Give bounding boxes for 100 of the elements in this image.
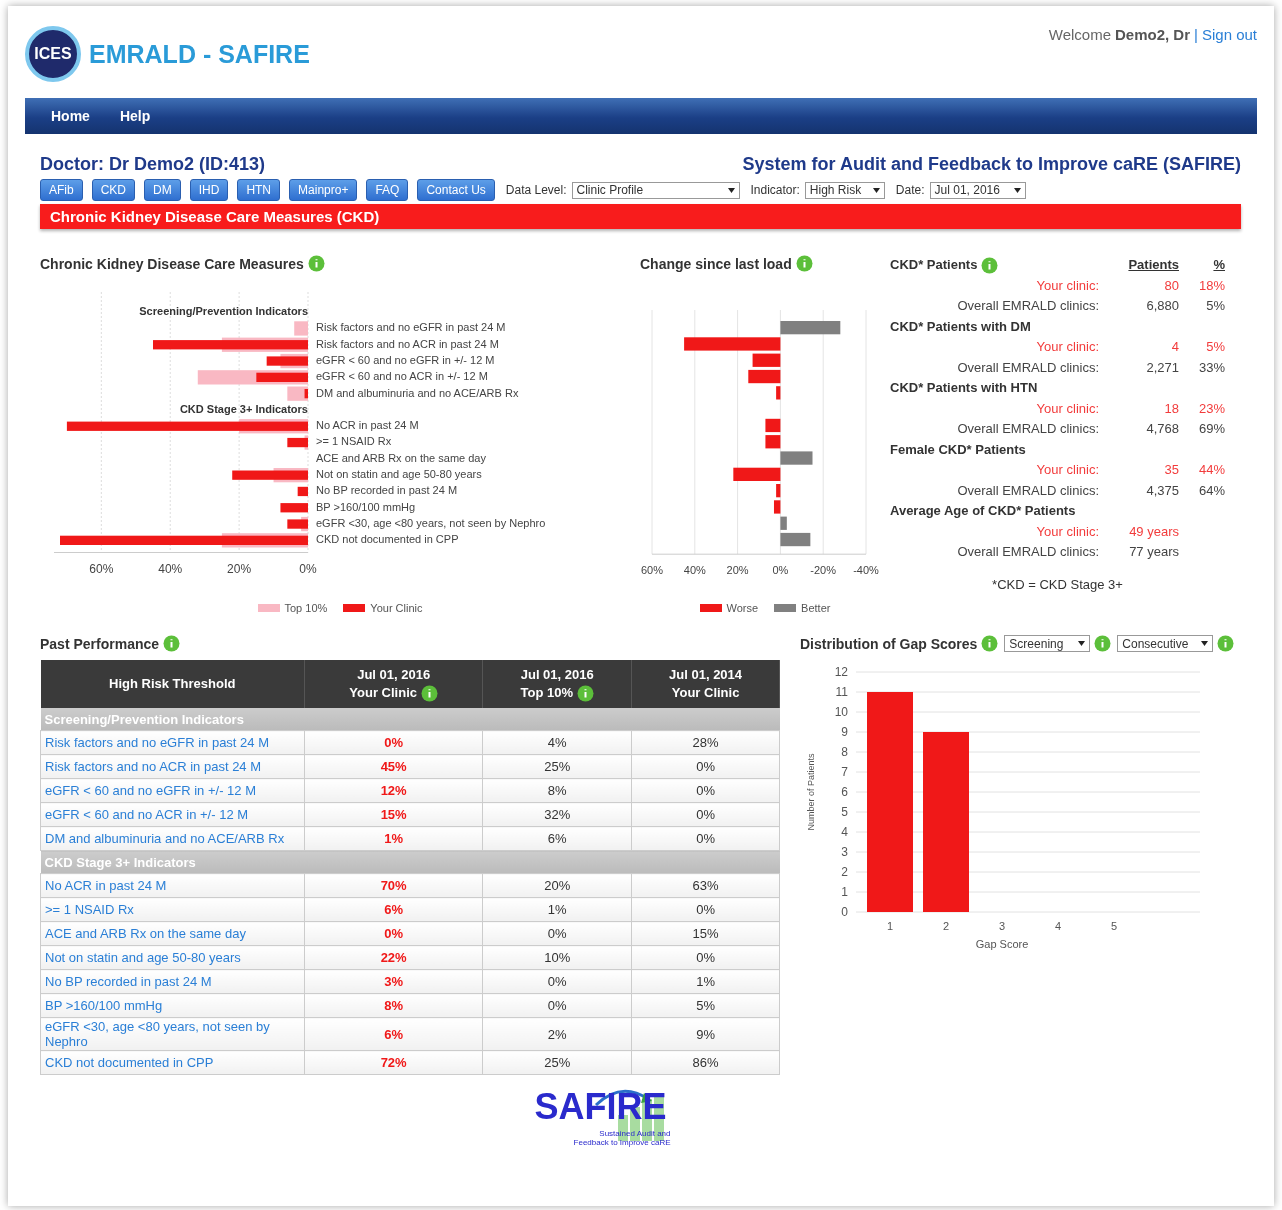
section-row: Screening/Prevention Indicators	[40, 708, 780, 731]
column-header: Jul 01, 2016 Top 10%	[482, 660, 632, 708]
patient-count: 49 years	[1128, 522, 1180, 541]
module-button[interactable]: DM	[144, 179, 181, 201]
axis-tick-label: 7	[841, 765, 848, 779]
nav-link[interactable]: Help	[119, 108, 151, 124]
row-label: Overall EMRALD clinics:	[956, 358, 1099, 377]
axis-tick-label: 5	[1110, 920, 1118, 932]
bar	[748, 369, 781, 384]
section-row: CKD Stage 3+ Indicators	[40, 850, 780, 874]
category-label: eGFR < 60 and no eGFR in +/- 12 M	[316, 353, 495, 366]
indicator-link[interactable]: DM and albuminuria and no ACE/ARB Rx	[40, 826, 305, 851]
module-button[interactable]: Mainpro+	[289, 179, 358, 201]
module-button[interactable]: HTN	[237, 179, 281, 201]
info-icon[interactable]	[421, 684, 438, 702]
filter-select[interactable]: Consecutive	[1117, 635, 1214, 652]
indicator-link[interactable]: CKD not documented in CPP	[40, 1050, 305, 1075]
table-cell: 0%	[304, 921, 483, 946]
table-cell: 6%	[304, 897, 483, 922]
filter-label: Data Level:	[505, 183, 567, 197]
axis-tick-label: 9	[841, 725, 848, 739]
row-label: Your clinic:	[1035, 276, 1099, 295]
percentage: 23%	[1197, 399, 1225, 418]
indicator-link[interactable]: BP >160/100 mmHg	[40, 993, 305, 1018]
patient-count: 4,375	[1145, 481, 1179, 500]
table-cell: 63%	[631, 873, 780, 898]
bar	[776, 386, 781, 400]
section-banner: Chronic Kidney Disease Care Measures (CKD)	[40, 204, 1241, 229]
table-cell: 8%	[482, 778, 632, 803]
table-cell: 6%	[482, 826, 632, 851]
axis-tick-label: 2	[841, 865, 848, 879]
category-label: Risk factors and no ACR in past 24 M	[316, 337, 499, 350]
table-cell: 15%	[304, 802, 483, 827]
module-button[interactable]: IHD	[189, 179, 229, 201]
axis-tick-label: 10	[834, 705, 848, 719]
axis-tick-label: 40%	[158, 561, 183, 576]
table-cell: 0%	[631, 802, 780, 827]
indicator-link[interactable]: eGFR < 60 and no ACR in +/- 12 M	[40, 802, 305, 827]
indicator-link[interactable]: eGFR < 60 and no eGFR in +/- 12 M	[40, 778, 305, 803]
indicator-link[interactable]: Risk factors and no eGFR in past 24 M	[40, 730, 305, 755]
legend-label: Top 10%	[284, 602, 328, 614]
patient-count: 2,271	[1145, 358, 1179, 377]
bar	[765, 418, 781, 433]
patient-count: 35	[1163, 461, 1179, 479]
module-button[interactable]: AFib	[40, 179, 83, 201]
group-title: Average Age of CKD* Patients	[890, 502, 1076, 520]
indicator-link[interactable]: Risk factors and no ACR in past 24 M	[40, 754, 305, 779]
nav-link[interactable]: Home	[51, 108, 90, 124]
filter-select[interactable]: Jul 01, 2016	[929, 181, 1026, 199]
axis-tick-label: 1	[886, 920, 894, 932]
module-button[interactable]: Contact Us	[417, 179, 495, 201]
legend-swatch	[257, 604, 280, 612]
group-heading: Screening/Prevention Indicators	[139, 305, 308, 317]
row-label: Overall EMRALD clinics:	[956, 543, 1099, 561]
row-label: Overall EMRALD clinics:	[956, 297, 1099, 315]
column-header: Patients	[1127, 256, 1179, 274]
table-cell: 2%	[482, 1017, 632, 1051]
sign-out-link[interactable]: Sign out	[1201, 26, 1257, 43]
panel-title: Past Performance	[40, 635, 160, 652]
group-title: Female CKD* Patients	[890, 440, 1026, 459]
indicator-link[interactable]: No ACR in past 24 M	[40, 873, 305, 898]
filter-select[interactable]: High Risk	[804, 181, 885, 199]
axis-tick-label: 60%	[89, 561, 114, 576]
table-cell: 28%	[631, 730, 780, 755]
patient-count: 4	[1170, 338, 1179, 356]
indicator-link[interactable]: eGFR <30, age <80 years, not seen by Nephro	[40, 1017, 305, 1051]
percentage: 18%	[1197, 276, 1225, 295]
indicator-link[interactable]: ACE and ARB Rx on the same day	[40, 921, 305, 946]
bar	[780, 532, 811, 547]
table-cell: 15%	[631, 921, 780, 946]
bar	[752, 353, 781, 367]
indicator-link[interactable]: >= 1 NSAID Rx	[40, 897, 305, 922]
axis-tick-label: 2	[942, 920, 950, 932]
row-label: Your clinic:	[1035, 399, 1099, 418]
axis-tick-label: 11	[835, 685, 848, 699]
category-label: >= 1 NSAID Rx	[316, 435, 392, 448]
table-cell: 1%	[304, 826, 483, 851]
indicator-link[interactable]: No BP recorded in past 24 M	[40, 969, 305, 994]
axis-tick-label: 3	[998, 920, 1006, 932]
percentage: 44%	[1197, 461, 1225, 479]
table-cell: 0%	[631, 897, 780, 922]
filter-select[interactable]: Clinic Profile	[571, 181, 740, 199]
module-button[interactable]: FAQ	[366, 179, 409, 201]
table-cell: 10%	[482, 945, 632, 970]
axis-tick-label: 5	[841, 805, 848, 819]
filter-select[interactable]: Screening	[1004, 635, 1091, 652]
panel-title: Chronic Kidney Disease Care Measures	[40, 255, 304, 272]
axis-tick-label: 20%	[227, 561, 252, 576]
category-label: Not on statin and age 50-80 years	[316, 468, 482, 480]
table-cell: 3%	[304, 969, 483, 994]
table-cell: 9%	[631, 1017, 780, 1051]
column-header: Jul 01, 2016 Your Clinic	[304, 660, 483, 708]
bar	[780, 516, 787, 530]
indicator-link[interactable]: Not on statin and age 50-80 years	[40, 945, 305, 970]
caret-icon	[1013, 187, 1021, 193]
category-label: No BP recorded in past 24 M	[316, 484, 458, 497]
module-button[interactable]: CKD	[91, 179, 136, 201]
row-label: Your clinic:	[1035, 461, 1099, 479]
category-label: Risk factors and no eGFR in past 24 M	[316, 321, 506, 334]
info-icon[interactable]	[576, 684, 594, 702]
